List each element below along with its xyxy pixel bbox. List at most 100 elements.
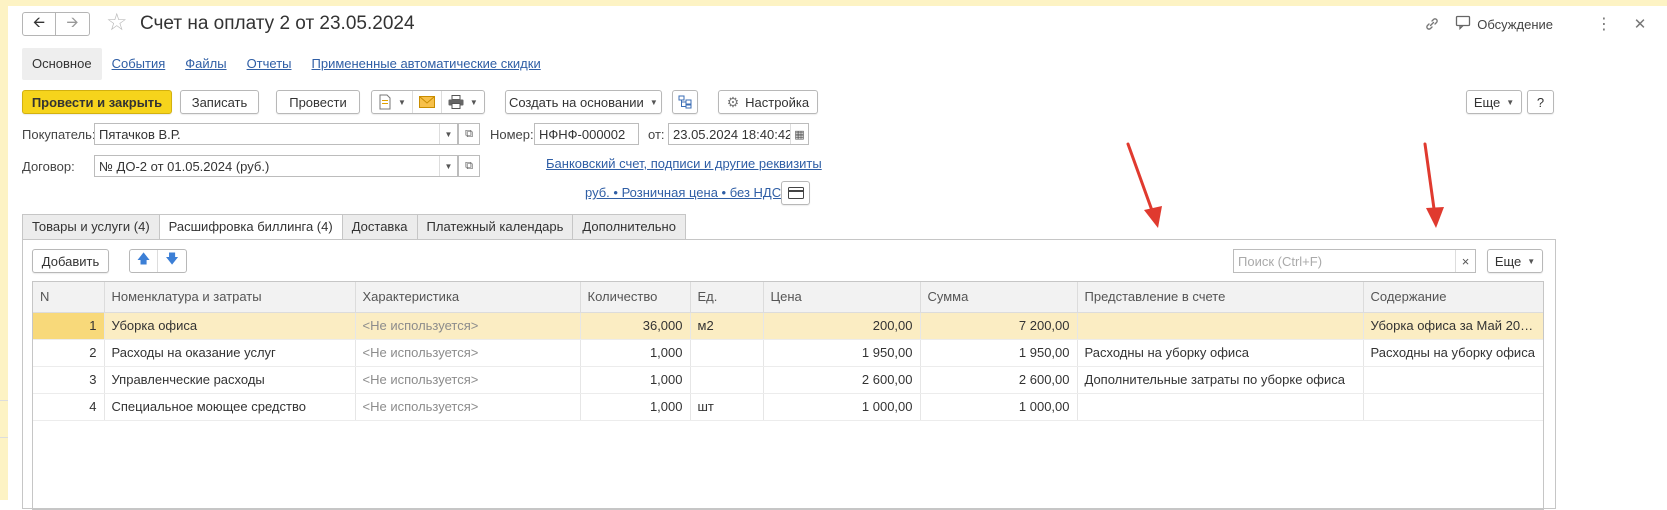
more-vertical-icon[interactable]: ⋮ (1595, 14, 1613, 34)
buyer-field[interactable]: Пятачков В.Р. ▼ (94, 123, 458, 145)
post-button[interactable]: Провести (276, 90, 360, 114)
back-button[interactable]: 🡨 (22, 12, 56, 36)
cell-quantity[interactable]: 1,000 (580, 339, 691, 367)
tab-main[interactable]: Основное (22, 48, 102, 80)
more-button[interactable]: Еще ▼ (1466, 90, 1522, 114)
cell-n[interactable]: 1 (33, 312, 105, 340)
cell-item[interactable]: Управленческие расходы (104, 366, 356, 394)
chevron-down-icon: ▼ (649, 97, 658, 107)
dropdown-icon[interactable]: ▼ (439, 124, 457, 144)
column-header-representation[interactable]: Представление в счете (1077, 282, 1364, 313)
discussion-button[interactable]: Обсуждение (1455, 15, 1553, 33)
cell-price[interactable]: 1 000,00 (763, 393, 921, 421)
tab-goods[interactable]: Товары и услуги (4) (22, 214, 159, 240)
column-header-price[interactable]: Цена (763, 282, 921, 313)
cell-unit[interactable]: м2 (690, 312, 764, 340)
search-input[interactable] (1234, 251, 1455, 271)
cell-content[interactable] (1363, 366, 1543, 394)
cell-sum[interactable]: 1 950,00 (920, 339, 1078, 367)
tab-additional[interactable]: Дополнительно (572, 214, 686, 240)
hierarchy-icon (678, 95, 692, 109)
cell-representation[interactable]: Дополнительные затраты по уборке офиса (1077, 366, 1364, 394)
table-row[interactable]: 4 Специальное моющее средство <Не исполь… (33, 393, 1543, 421)
cell-unit[interactable] (690, 366, 764, 394)
dropdown-icon[interactable]: ▼ (439, 156, 457, 176)
cell-item[interactable]: Специальное моющее средство (104, 393, 356, 421)
link-icon[interactable] (1423, 14, 1441, 34)
tab-events[interactable]: События (102, 48, 176, 80)
tab-payment-calendar[interactable]: Платежный календарь (416, 214, 573, 240)
cell-item[interactable]: Уборка офиса (104, 312, 356, 340)
settings-label: Настройка (745, 94, 810, 110)
table-row[interactable]: 1 Уборка офиса <Не используется> 36,000 … (33, 312, 1543, 340)
cell-characteristic[interactable]: <Не используется> (355, 312, 581, 340)
create-based-on-button[interactable]: Создать на основании ▼ (504, 90, 662, 114)
cell-unit[interactable]: шт (690, 393, 764, 421)
add-row-button[interactable]: Добавить (32, 249, 109, 273)
tab-reports[interactable]: Отчеты (237, 48, 302, 80)
cell-n[interactable]: 2 (33, 339, 105, 367)
cell-price[interactable]: 1 950,00 (763, 339, 921, 367)
save-button[interactable]: Записать (180, 90, 259, 114)
star-icon[interactable]: ☆ (106, 10, 132, 36)
table-row[interactable]: 3 Управленческие расходы <Не используетс… (33, 366, 1543, 394)
cell-characteristic[interactable]: <Не используется> (355, 366, 581, 394)
cell-price[interactable]: 200,00 (763, 312, 921, 340)
tab-files[interactable]: Файлы (175, 48, 236, 80)
cell-quantity[interactable]: 1,000 (580, 366, 691, 394)
cell-characteristic[interactable]: <Не используется> (355, 393, 581, 421)
cell-sum[interactable]: 2 600,00 (920, 366, 1078, 394)
cell-content[interactable]: Уборка офиса за Май 2024 г. (1363, 312, 1543, 340)
cell-item[interactable]: Расходы на оказание услуг (104, 339, 356, 367)
date-field[interactable]: 23.05.2024 18:40:42 ▦ (668, 123, 809, 145)
help-button[interactable]: ? (1527, 90, 1554, 114)
cell-quantity[interactable]: 36,000 (580, 312, 691, 340)
number-field[interactable]: НФНФ-000002 (534, 123, 639, 145)
calendar-icon[interactable]: ▦ (790, 124, 808, 144)
contract-label: Договор: (22, 159, 75, 174)
settings-button[interactable]: ⚙ Настройка (717, 90, 818, 114)
cell-sum[interactable]: 1 000,00 (920, 393, 1078, 421)
post-and-close-button[interactable]: Провести и закрыть (22, 90, 172, 114)
cell-n[interactable]: 3 (33, 366, 105, 394)
more-label: Еще (1473, 94, 1501, 110)
clear-search-icon[interactable]: × (1455, 250, 1475, 272)
table-row[interactable]: 2 Расходы на оказание услуг <Не использу… (33, 339, 1543, 367)
table-more-button[interactable]: Еще ▼ (1487, 249, 1543, 273)
column-header-n[interactable]: N (33, 282, 105, 313)
close-icon[interactable]: ✕ (1631, 14, 1649, 34)
cell-price[interactable]: 2 600,00 (763, 366, 921, 394)
cell-unit[interactable] (690, 339, 764, 367)
mail-icon[interactable] (411, 91, 441, 113)
payment-card-button[interactable] (781, 181, 810, 205)
cell-content[interactable]: Расходны на уборку офиса (1363, 339, 1543, 367)
document-icon[interactable]: ▼ (372, 91, 412, 113)
cell-content[interactable] (1363, 393, 1543, 421)
structure-button[interactable] (671, 90, 698, 114)
tab-discounts[interactable]: Примененные автоматические скидки (302, 48, 551, 80)
printer-icon[interactable]: ▼ (440, 91, 484, 113)
open-buyer-button[interactable]: ⧉ (458, 123, 480, 145)
cell-characteristic[interactable]: <Не используется> (355, 339, 581, 367)
contract-field[interactable]: № ДО-2 от 01.05.2024 (руб.) ▼ (94, 155, 458, 177)
column-header-item[interactable]: Номенклатура и затраты (104, 282, 356, 313)
open-contract-button[interactable]: ⧉ (458, 155, 480, 177)
column-header-content[interactable]: Содержание (1363, 282, 1543, 313)
column-header-sum[interactable]: Сумма (920, 282, 1078, 313)
column-header-characteristic[interactable]: Характеристика (355, 282, 581, 313)
column-header-unit[interactable]: Ед. (690, 282, 764, 313)
tab-billing[interactable]: Расшифровка биллинга (4) (158, 214, 342, 240)
cell-n[interactable]: 4 (33, 393, 105, 421)
move-up-icon[interactable]: 🡅 (130, 250, 158, 272)
tab-delivery[interactable]: Доставка (341, 214, 417, 240)
price-settings-link[interactable]: руб. • Розничная цена • без НДС (585, 185, 781, 200)
cell-representation[interactable] (1077, 312, 1364, 340)
bank-details-link[interactable]: Банковский счет, подписи и другие реквиз… (546, 156, 822, 171)
cell-sum[interactable]: 7 200,00 (920, 312, 1078, 340)
column-header-quantity[interactable]: Количество (580, 282, 691, 313)
forward-button[interactable]: 🡪 (56, 12, 90, 36)
cell-representation[interactable]: Расходны на уборку офиса (1077, 339, 1364, 367)
move-down-icon[interactable]: 🡇 (158, 250, 186, 272)
cell-representation[interactable] (1077, 393, 1364, 421)
cell-quantity[interactable]: 1,000 (580, 393, 691, 421)
